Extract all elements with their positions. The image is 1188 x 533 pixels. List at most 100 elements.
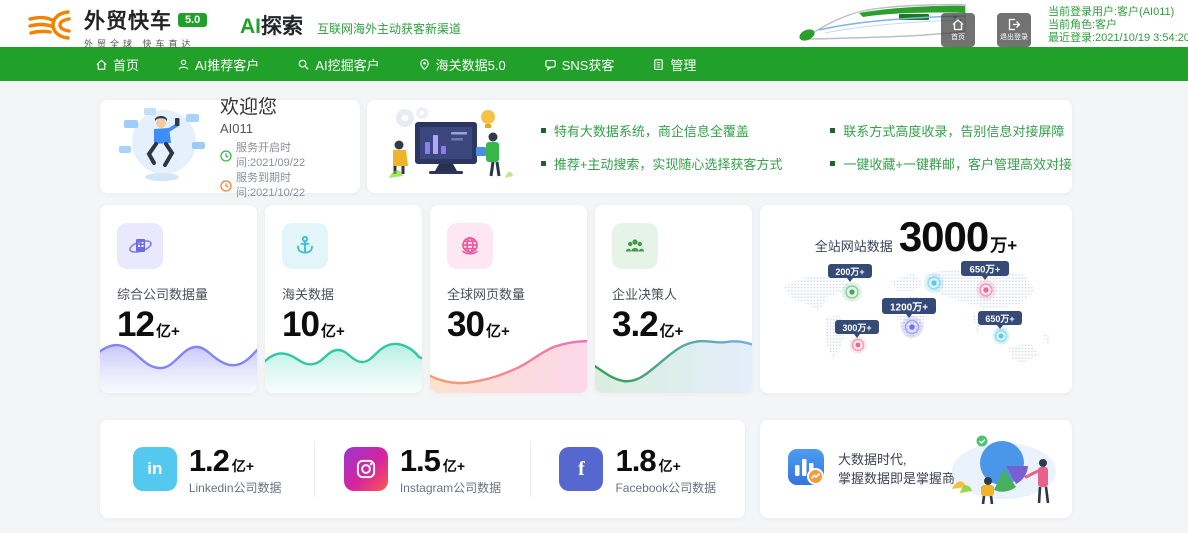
feature-bullet: 联系方式高度收录，告别信息对接屏障 bbox=[830, 121, 1072, 140]
map-title: 全站网站数据 bbox=[815, 236, 893, 255]
nav-item-ai-mining[interactable]: AI挖掘客户 bbox=[297, 55, 379, 74]
home-button[interactable]: 首页 bbox=[941, 13, 975, 47]
features-card: 特有大数据系统，商企信息全覆盖 推荐+主动搜索，实现随心选择获客方式 联系方式高… bbox=[367, 100, 1072, 193]
map-marker-cyan-east bbox=[993, 328, 1010, 345]
trend-chart bbox=[265, 335, 422, 393]
stat-label: 综合公司数据量 bbox=[117, 284, 257, 303]
nav-item-manage[interactable]: 管理 bbox=[652, 55, 696, 74]
nav-label: 首页 bbox=[113, 55, 139, 74]
team-icon bbox=[612, 223, 658, 269]
user-icon bbox=[177, 58, 190, 71]
logo-wings-icon bbox=[28, 7, 76, 48]
feature-bullet: 一键收藏+一键群邮，客户管理高效对接 bbox=[830, 154, 1072, 173]
linkedin-glyph: in bbox=[147, 459, 162, 479]
world-map: 200万+ 650万+ 1200万+ 300万+ 650万+ bbox=[775, 261, 1057, 383]
brand-name: 外贸快车 bbox=[84, 5, 172, 35]
home-icon bbox=[951, 18, 965, 31]
welcome-illustration bbox=[114, 104, 210, 189]
linkedin-icon: in bbox=[133, 447, 177, 491]
nav-item-sns[interactable]: SNS获客 bbox=[544, 55, 615, 74]
nav-label: 海关数据5.0 bbox=[436, 55, 506, 74]
chat-icon bbox=[544, 58, 557, 71]
trend-chart bbox=[430, 335, 587, 393]
welcome-greeting: 欢迎您 bbox=[220, 92, 360, 119]
clock-expire-icon bbox=[220, 180, 232, 192]
anchor-icon bbox=[282, 223, 328, 269]
trend-chart bbox=[595, 335, 752, 393]
last-login: 最近登录:2021/10/19 3:54:20 bbox=[1048, 32, 1188, 45]
logout-button[interactable]: 退出登录 bbox=[997, 13, 1031, 47]
nav-item-customs-data[interactable]: 海关数据5.0 bbox=[418, 55, 506, 74]
welcome-account: AI011 bbox=[220, 121, 360, 136]
stat-label: 企业决策人 bbox=[612, 284, 752, 303]
company-icon bbox=[117, 223, 163, 269]
social-unit: 亿+ bbox=[443, 456, 465, 476]
product-title-accent: AI bbox=[240, 15, 261, 39]
stat-label: 海关数据 bbox=[282, 284, 422, 303]
map-unit: 万+ bbox=[990, 231, 1017, 256]
map-bubble-650-east: 650万+ bbox=[978, 311, 1022, 329]
social-unit: 亿+ bbox=[659, 456, 681, 476]
product-title: AI 探索 互联网海外主动获客新渠道 bbox=[240, 10, 461, 40]
home-icon bbox=[95, 58, 108, 71]
app-header: 外贸快车 5.0 外贸全球 快车直达 AI 探索 互联网海外主动获客新渠道 首页 bbox=[0, 0, 1188, 47]
social-value: 1.5 bbox=[400, 443, 440, 479]
user-session-info: 当前登录用户:客户(AI011) 当前角色:客户 最近登录:2021/10/19… bbox=[1048, 6, 1188, 45]
stat-card-company-data: 综合公司数据量 12 亿+ bbox=[100, 205, 257, 393]
map-bubble-1200: 1200万+ bbox=[882, 298, 936, 318]
map-marker-purple bbox=[901, 316, 923, 338]
version-badge: 5.0 bbox=[178, 13, 207, 27]
product-title-text: 探索 bbox=[261, 10, 303, 40]
globe-icon bbox=[447, 223, 493, 269]
social-data-card: in 1.2 亿+ Linkedin公司数据 bbox=[100, 420, 745, 518]
bigdata-promo-card: 大数据时代, 掌握数据即是掌握商机 bbox=[760, 420, 1072, 518]
features-illustration bbox=[387, 104, 513, 189]
svg-text:300万+: 300万+ bbox=[842, 323, 871, 333]
facebook-icon: f bbox=[559, 447, 603, 491]
nav-label: AI推荐客户 bbox=[195, 55, 259, 74]
pin-icon bbox=[418, 58, 431, 71]
instagram-stat: 1.5 亿+ Instagram公司数据 bbox=[314, 441, 529, 497]
site-data-map-card: 全站网站数据 3000 万+ bbox=[760, 205, 1072, 393]
nav-label: 管理 bbox=[670, 55, 696, 74]
stat-label: 全球网页数量 bbox=[447, 284, 587, 303]
svg-text:650万+: 650万+ bbox=[985, 314, 1014, 324]
social-value: 1.8 bbox=[615, 443, 655, 479]
chart-icon bbox=[786, 447, 826, 492]
facebook-glyph: f bbox=[578, 458, 585, 481]
home-button-label: 首页 bbox=[951, 32, 965, 42]
logout-button-label: 退出登录 bbox=[1000, 32, 1028, 42]
main-content: 欢迎您 AI011 服务开启时间:2021/09/22 服务到期时间:2021/… bbox=[100, 100, 1072, 518]
feature-bullet: 推荐+主动搜索，实现随心选择获客方式 bbox=[541, 154, 783, 173]
map-marker-pink-south bbox=[850, 337, 867, 354]
stat-card-webpages: 全球网页数量 30 亿+ bbox=[430, 205, 587, 393]
social-label: Linkedin公司数据 bbox=[189, 479, 282, 496]
map-marker-green bbox=[842, 282, 862, 302]
social-label: Instagram公司数据 bbox=[400, 479, 501, 496]
svg-text:200万+: 200万+ bbox=[835, 267, 864, 277]
logout-icon bbox=[1007, 18, 1021, 31]
current-role: 当前角色:客户 bbox=[1048, 19, 1188, 32]
welcome-card: 欢迎您 AI011 服务开启时间:2021/09/22 服务到期时间:2021/… bbox=[100, 100, 360, 193]
clock-start-icon bbox=[220, 150, 232, 162]
current-user: 当前登录用户:客户(AI011) bbox=[1048, 6, 1188, 19]
product-subtitle: 互联网海外主动获客新渠道 bbox=[317, 20, 461, 37]
nav-item-ai-recommend[interactable]: AI推荐客户 bbox=[177, 55, 259, 74]
brand-logo[interactable]: 外贸快车 5.0 外贸全球 快车直达 bbox=[28, 5, 207, 50]
nav-item-home[interactable]: 首页 bbox=[95, 55, 139, 74]
stat-card-decision-makers: 企业决策人 3.2 亿+ bbox=[595, 205, 752, 393]
brand-slogan: 外贸全球 快车直达 bbox=[84, 37, 207, 50]
linkedin-stat: in 1.2 亿+ Linkedin公司数据 bbox=[100, 441, 314, 497]
social-label: Facebook公司数据 bbox=[615, 479, 716, 496]
social-value: 1.2 bbox=[189, 443, 229, 479]
nav-label: AI挖掘客户 bbox=[315, 55, 379, 74]
map-marker-cyan-top bbox=[924, 273, 944, 293]
file-icon bbox=[652, 58, 665, 71]
map-marker-pink bbox=[976, 280, 996, 300]
trend-chart bbox=[100, 335, 257, 393]
service-expire-text: 服务到期时间:2021/10/22 bbox=[236, 171, 360, 201]
feature-bullet: 特有大数据系统，商企信息全覆盖 bbox=[541, 121, 783, 140]
bigdata-illustration bbox=[944, 431, 1062, 512]
svg-text:1200万+: 1200万+ bbox=[890, 302, 928, 314]
nav-label: SNS获客 bbox=[562, 55, 615, 74]
